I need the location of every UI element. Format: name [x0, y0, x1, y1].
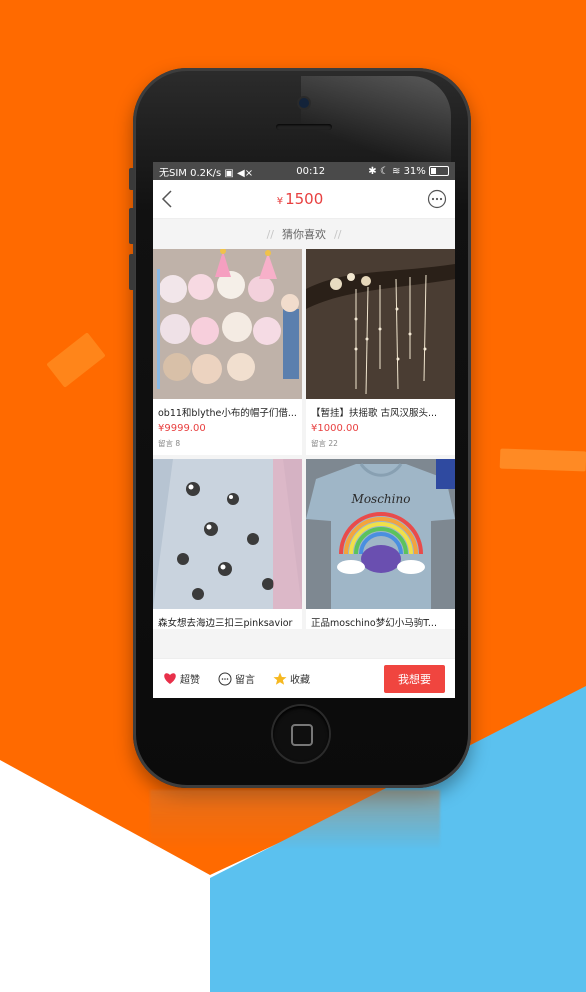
product-card[interactable]: 森女想去海边三扣三pinksavior [153, 459, 302, 629]
earpiece-speaker [276, 124, 332, 130]
currency-symbol: ¥ [276, 196, 284, 207]
phone-frame: 无SIM 0.2K/s ▣ ◀× 00:12 ✱ ☾ ≋ 31% ¥1500 /… [129, 68, 471, 788]
status-bar: 无SIM 0.2K/s ▣ ◀× 00:12 ✱ ☾ ≋ 31% [153, 162, 455, 180]
item-price-title: ¥1500 [277, 190, 324, 208]
decorative-ribbon-right [499, 448, 586, 472]
wifi-icon: ≋ [391, 165, 401, 177]
product-title: 森女想去海边三扣三pinksavior [158, 618, 293, 629]
comment-button[interactable]: 留言 [218, 671, 255, 686]
product-comment-count: 留言 8 [158, 439, 181, 448]
favorite-label: 收藏 [290, 675, 310, 686]
like-label: 超赞 [180, 675, 200, 686]
product-image [153, 459, 302, 609]
section-header: // 猜你喜欢 // [153, 219, 455, 249]
bluetooth-icon: ✱ [368, 165, 377, 177]
favorite-button[interactable]: 收藏 [273, 671, 310, 686]
nav-bar: ¥1500 [153, 180, 455, 219]
battery-icon [428, 165, 449, 176]
mute-icon: ◀× [237, 167, 254, 179]
product-grid: ob11和blythe小布的帽子们借... ¥9999.00 留言 8 【暂挂】… [153, 249, 455, 629]
product-price: ¥9999.00 [158, 423, 206, 434]
price-value: 1500 [285, 190, 324, 208]
product-image [153, 249, 302, 399]
section-left-mark: // [266, 227, 274, 241]
phone-reflection [150, 790, 440, 850]
product-card[interactable]: ob11和blythe小布的帽子们借... ¥9999.00 留言 8 [153, 249, 302, 455]
home-button [273, 706, 329, 762]
product-card[interactable]: Moschino 正品moschino梦幻小马驹T... [306, 459, 455, 629]
back-icon[interactable] [161, 190, 173, 208]
heart-icon [164, 673, 176, 684]
network-speed: 0.2K/s [190, 167, 222, 179]
moon-icon: ☾ [379, 165, 389, 177]
home-square-icon [291, 724, 313, 746]
mute-switch [129, 168, 135, 190]
want-button[interactable]: 我想要 [384, 664, 445, 693]
comment-label: 留言 [235, 675, 255, 686]
more-options-icon[interactable] [427, 189, 447, 209]
clock: 00:12 [296, 165, 326, 177]
section-right-mark: // [334, 227, 342, 241]
product-title: ob11和blythe小布的帽子们借... [158, 408, 297, 419]
product-card[interactable]: 【暂挂】扶摇歌 古风汉服头... ¥1000.00 留言 22 [306, 249, 455, 455]
like-button[interactable]: 超赞 [163, 671, 200, 686]
product-price: ¥1000.00 [311, 423, 359, 434]
product-title: 【暂挂】扶摇歌 古风汉服头... [311, 408, 438, 419]
phone-screen: 无SIM 0.2K/s ▣ ◀× 00:12 ✱ ☾ ≋ 31% ¥1500 /… [153, 162, 455, 698]
comment-icon [218, 672, 232, 685]
carrier-label: 无SIM [159, 167, 187, 179]
product-title: 正品moschino梦幻小马驹T... [311, 618, 437, 629]
volume-down-button [129, 254, 135, 290]
section-title: 猜你喜欢 [282, 228, 326, 241]
bottom-action-bar: 超赞 留言 收藏 我想要 [153, 658, 455, 698]
product-comment-count: 留言 22 [311, 439, 338, 448]
shirt-print-text: Moschino [351, 492, 411, 506]
product-image [306, 249, 455, 399]
front-camera [299, 98, 309, 108]
star-icon [273, 672, 287, 685]
status-right: ✱ ☾ ≋ 31% [368, 165, 449, 177]
status-left: 无SIM 0.2K/s ▣ ◀× [159, 164, 253, 179]
product-image: Moschino [306, 459, 455, 609]
volume-up-button [129, 208, 135, 244]
battery-percent: 31% [403, 165, 426, 177]
notification-icon: ▣ [224, 167, 234, 179]
